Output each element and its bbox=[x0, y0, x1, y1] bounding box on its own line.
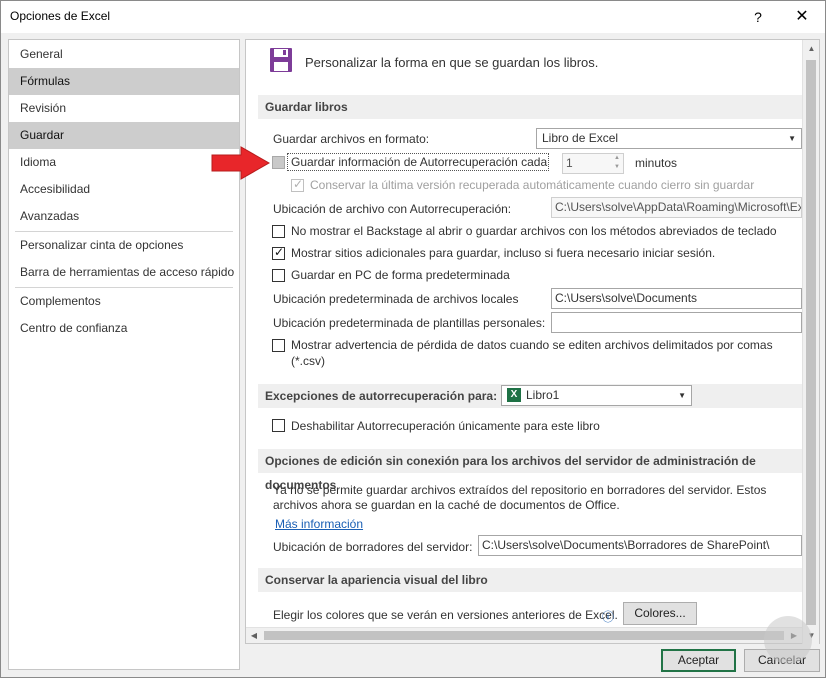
autorecover-location-value: C:\Users\solve\AppData\Roaming\Microsoft… bbox=[555, 200, 802, 214]
no-backstage-checkbox[interactable] bbox=[272, 225, 285, 238]
local-files-location-input[interactable]: C:\Users\solve\Documents bbox=[551, 288, 802, 309]
window-title: Opciones de Excel bbox=[10, 9, 111, 23]
horizontal-scroll-thumb[interactable] bbox=[264, 631, 784, 640]
local-files-location-value: C:\Users\solve\Documents bbox=[555, 291, 698, 305]
close-button[interactable]: ✕ bbox=[779, 1, 825, 33]
save-format-value: Libro de Excel bbox=[542, 131, 619, 145]
keep-last-version-label: Conservar la última versión recuperada a… bbox=[310, 178, 755, 192]
server-drafts-location-input[interactable]: C:\Users\solve\Documents\Borradores de S… bbox=[478, 535, 802, 556]
data-loss-warning-checkbox[interactable] bbox=[272, 339, 285, 352]
excel-workbook-icon: X bbox=[507, 388, 521, 402]
sidebar-item-quick-access-toolbar[interactable]: Barra de herramientas de acceso rápido bbox=[9, 259, 239, 286]
section-header-save-workbooks: Guardar libros bbox=[258, 95, 802, 119]
vertical-scroll-thumb[interactable] bbox=[806, 60, 816, 625]
sidebar-item-accessibility[interactable]: Accesibilidad bbox=[9, 176, 239, 203]
no-backstage-label: No mostrar el Backstage al abrir o guard… bbox=[291, 224, 777, 238]
autorecover-minutes-value: 1 bbox=[566, 156, 573, 170]
exceptions-workbook-select[interactable]: Libro1 ▼ bbox=[501, 385, 692, 406]
save-disk-icon bbox=[270, 48, 292, 72]
colors-button[interactable]: Colores... bbox=[623, 602, 697, 625]
keep-last-version-checkbox[interactable] bbox=[291, 177, 304, 192]
title-bar: Opciones de Excel ? ✕ bbox=[1, 1, 825, 33]
section-header-offline-editing: Opciones de edición sin conexión para lo… bbox=[258, 449, 802, 492]
server-drafts-location-label: Ubicación de borradores del servidor: bbox=[273, 540, 473, 554]
vertical-scrollbar[interactable]: ▲ ▼ bbox=[802, 40, 819, 644]
section-header-visual-appearance: Conservar la apariencia visual del libro bbox=[258, 568, 802, 592]
scroll-up-icon[interactable]: ▲ bbox=[803, 40, 820, 57]
disable-autorecover-checkbox[interactable] bbox=[272, 419, 285, 432]
show-additional-places-label: Mostrar sitios adicionales para guardar,… bbox=[291, 246, 716, 260]
show-additional-places-checkbox[interactable] bbox=[272, 245, 285, 260]
scroll-left-icon[interactable]: ◀ bbox=[246, 628, 262, 644]
page-header: Personalizar la forma en que se guardan … bbox=[305, 55, 599, 70]
options-sidebar: General Fórmulas Revisión Guardar Idioma… bbox=[8, 39, 240, 670]
excel-options-dialog: Opciones de Excel ? ✕ General Fórmulas R… bbox=[0, 0, 826, 678]
templates-location-input[interactable] bbox=[551, 312, 802, 333]
autorecover-location-input[interactable]: C:\Users\solve\AppData\Roaming\Microsoft… bbox=[551, 197, 802, 218]
minutes-spinner-icon[interactable]: ▲ ▼ bbox=[612, 154, 622, 173]
sidebar-item-revision[interactable]: Revisión bbox=[9, 95, 239, 122]
data-loss-warning-label: Mostrar advertencia de pérdida de datos … bbox=[291, 338, 773, 352]
sidebar-item-formulas[interactable]: Fórmulas bbox=[9, 68, 239, 95]
info-icon: ⓘ bbox=[602, 610, 615, 624]
save-format-label: Guardar archivos en formato: bbox=[273, 132, 430, 146]
help-button[interactable]: ? bbox=[735, 1, 781, 33]
chevron-down-icon: ▼ bbox=[678, 391, 686, 400]
sidebar-item-save[interactable]: Guardar bbox=[9, 122, 239, 149]
autorecover-label: Guardar información de Autorrecuperación… bbox=[291, 155, 548, 169]
ok-button[interactable]: Aceptar bbox=[661, 649, 736, 672]
server-drafts-location-value: C:\Users\solve\Documents\Borradores de S… bbox=[482, 538, 770, 552]
data-loss-warning-label-csv: (*.csv) bbox=[291, 354, 325, 368]
local-files-location-label: Ubicación predeterminada de archivos loc… bbox=[273, 292, 519, 306]
disable-autorecover-label: Deshabilitar Autorrecuperación únicament… bbox=[291, 419, 600, 433]
sidebar-item-language[interactable]: Idioma bbox=[9, 149, 239, 176]
autorecover-location-label: Ubicación de archivo con Autorrecuperaci… bbox=[273, 202, 512, 216]
offline-info-line2: archivos ahora se guardan en la caché de… bbox=[273, 498, 620, 512]
save-pc-default-label: Guardar en PC de forma predeterminada bbox=[291, 268, 510, 282]
red-arrow-icon bbox=[211, 146, 271, 180]
templates-location-label: Ubicación predeterminada de plantillas p… bbox=[273, 316, 546, 330]
save-pc-default-checkbox[interactable] bbox=[272, 269, 285, 282]
exceptions-workbook-value: Libro1 bbox=[526, 388, 560, 402]
minutes-label: minutos bbox=[635, 156, 678, 170]
sidebar-item-general[interactable]: General bbox=[9, 41, 239, 68]
sidebar-item-addins[interactable]: Complementos bbox=[9, 288, 239, 315]
sidebar-item-advanced[interactable]: Avanzadas bbox=[9, 203, 239, 230]
colors-label: Elegir los colores que se verán en versi… bbox=[273, 608, 618, 622]
more-info-link[interactable]: Más información bbox=[275, 517, 363, 531]
autorecover-checkbox[interactable] bbox=[272, 156, 285, 169]
chevron-down-icon: ▼ bbox=[788, 134, 796, 143]
horizontal-scrollbar[interactable]: ◀ ▶ bbox=[246, 627, 802, 643]
save-format-select[interactable]: Libro de Excel ▼ bbox=[536, 128, 802, 149]
sidebar-item-trust-center[interactable]: Centro de confianza bbox=[9, 315, 239, 342]
watermark-logo bbox=[764, 616, 812, 664]
offline-info-line1: Ya no se permite guardar archivos extraí… bbox=[273, 483, 767, 497]
sidebar-item-customize-ribbon[interactable]: Personalizar cinta de opciones bbox=[9, 232, 239, 259]
